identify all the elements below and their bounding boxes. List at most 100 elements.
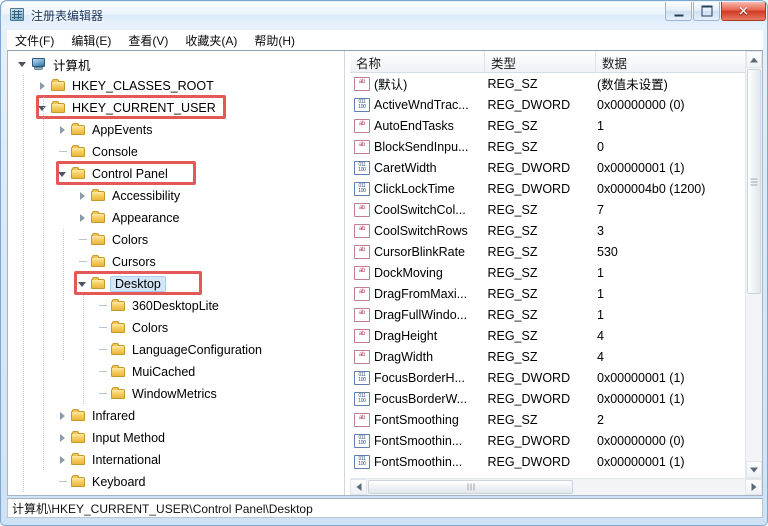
value-type: REG_SZ	[487, 139, 538, 154]
value-data: 0	[597, 139, 604, 154]
tree-node-input-method[interactable]: Input Method	[8, 427, 328, 449]
list-hscroll-thumb[interactable]	[368, 480, 573, 494]
value-row[interactable]: 011 100 FocusBorderW... REG_DWORD 0x00000001…	[350, 388, 745, 409]
tree-node-accessibility[interactable]: Accessibility	[8, 185, 328, 207]
value-type: REG_DWORD	[487, 433, 571, 448]
value-row[interactable]: ab CoolSwitchCol... REG_SZ 7	[350, 199, 745, 220]
chevron-right-icon[interactable]	[76, 185, 90, 207]
value-row[interactable]: ab CoolSwitchRows REG_SZ 3	[350, 220, 745, 241]
list-vertical-scrollbar[interactable]	[745, 51, 762, 478]
value-data: 530	[597, 244, 618, 259]
tree-node-control-panel[interactable]: Control Panel	[8, 163, 328, 185]
menu-item-favorites[interactable]: 收藏夹(A)	[177, 30, 246, 51]
minimize-button[interactable]	[665, 2, 692, 21]
tree-node-languageconfiguration[interactable]: LanguageConfiguration	[8, 339, 328, 361]
menu-item-edit[interactable]: 编辑(E)	[63, 30, 120, 51]
dword-value-icon: 011 100	[354, 433, 370, 448]
chevron-right-icon[interactable]	[76, 207, 90, 229]
value-row[interactable]: ab BlockSendInpu... REG_SZ 0	[350, 136, 745, 157]
column-header-data[interactable]: 数据	[596, 51, 746, 72]
tree-node-[interactable]: 计算机	[8, 53, 328, 75]
chevron-right-icon[interactable]	[36, 75, 50, 97]
chevron-down-icon[interactable]	[16, 53, 30, 75]
tree-node-appearance[interactable]: Appearance	[8, 207, 328, 229]
chevron-right-icon[interactable]	[56, 405, 70, 427]
folder-icon	[90, 189, 107, 203]
value-row[interactable]: 011 100 FontSmoothin... REG_DWORD 0x00000000…	[350, 430, 745, 451]
chevron-down-icon[interactable]	[76, 273, 90, 295]
column-header-name[interactable]: 名称	[350, 51, 485, 72]
column-header-type[interactable]: 类型	[485, 51, 596, 72]
list-scroll-thumb[interactable]	[747, 69, 761, 294]
registry-value-list[interactable]: 名称 类型 数据 ab (默认) REG_SZ (数值未设置) 011 100 Active…	[350, 51, 762, 495]
registry-key-tree[interactable]: 计算机 HKEY_CLASSES_ROOT HKEY_CURRENT_USER App…	[8, 51, 344, 495]
value-name: CoolSwitchCol...	[374, 202, 466, 217]
tree-node-label: 360DesktopLite	[132, 299, 219, 313]
list-scroll-left-button[interactable]	[350, 479, 367, 495]
tree-node-label: Input Method	[92, 431, 165, 445]
value-row[interactable]: 011 100 ActiveWndTrac... REG_DWORD 0x0000000…	[350, 94, 745, 115]
folder-icon	[70, 453, 87, 467]
tree-node-appevents[interactable]: AppEvents	[8, 119, 328, 141]
tree-node-desktop[interactable]: Desktop	[8, 273, 328, 295]
list-horizontal-scrollbar[interactable]	[350, 478, 762, 495]
tree-connector	[96, 361, 110, 383]
tree-node-label: Control Panel	[92, 167, 168, 181]
tree-node-mouse[interactable]: Mouse	[8, 493, 328, 495]
value-row[interactable]: ab DragFromMaxi... REG_SZ 1	[350, 283, 745, 304]
value-data: 1	[597, 265, 604, 280]
value-row[interactable]: 011 100 FontSmoothin... REG_DWORD 0x00000001…	[350, 451, 745, 472]
maximize-button[interactable]	[693, 2, 720, 21]
title-bar[interactable]: 注册表编辑器 ✕	[2, 2, 767, 28]
value-row[interactable]: ab (默认) REG_SZ (数值未设置)	[350, 73, 745, 94]
value-row[interactable]: 011 100 FocusBorderH... REG_DWORD 0x00000001…	[350, 367, 745, 388]
tree-node-keyboard[interactable]: Keyboard	[8, 471, 328, 493]
value-row[interactable]: ab CursorBlinkRate REG_SZ 530	[350, 241, 745, 262]
tree-node-list: 计算机 HKEY_CLASSES_ROOT HKEY_CURRENT_USER App…	[8, 53, 328, 495]
tree-node-infrared[interactable]: Infrared	[8, 405, 328, 427]
value-type: REG_SZ	[487, 412, 538, 427]
value-row[interactable]: 011 100 CaretWidth REG_DWORD 0x00000001 (1)	[350, 157, 745, 178]
chevron-down-icon[interactable]	[56, 163, 70, 185]
value-row[interactable]: 011 100 ClickLockTime REG_DWORD 0x000004b0 (…	[350, 178, 745, 199]
value-name: FocusBorderH...	[374, 370, 466, 385]
list-scroll-right-button[interactable]	[745, 479, 762, 495]
tree-node-hkey-current-user[interactable]: HKEY_CURRENT_USER	[8, 97, 328, 119]
tree-node-label: MuiCached	[132, 365, 196, 379]
value-type: REG_DWORD	[487, 160, 571, 175]
tree-node-hkey-classes-root[interactable]: HKEY_CLASSES_ROOT	[8, 75, 328, 97]
tree-node-colors[interactable]: Colors	[8, 229, 328, 251]
tree-connector	[56, 493, 70, 495]
chevron-right-icon[interactable]	[56, 119, 70, 141]
tree-node-international[interactable]: International	[8, 449, 328, 471]
tree-node-colors[interactable]: Colors	[8, 317, 328, 339]
registry-editor-icon	[10, 7, 26, 23]
list-scroll-up-button[interactable]	[746, 51, 762, 68]
value-row[interactable]: ab FontSmoothing REG_SZ 2	[350, 409, 745, 430]
tree-node-360desktoplite[interactable]: 360DesktopLite	[8, 295, 328, 317]
tree-connector	[96, 295, 110, 317]
tree-node-muicached[interactable]: MuiCached	[8, 361, 328, 383]
value-row[interactable]: ab DragHeight REG_SZ 4	[350, 325, 745, 346]
value-row[interactable]: ab DockMoving REG_SZ 1	[350, 262, 745, 283]
tree-node-windowmetrics[interactable]: WindowMetrics	[8, 383, 328, 405]
string-value-icon: ab	[354, 202, 370, 217]
value-data: 0x000004b0 (1200)	[597, 181, 706, 196]
list-scroll-down-button[interactable]	[746, 461, 762, 478]
menu-item-help[interactable]: 帮助(H)	[246, 30, 304, 51]
value-row[interactable]: ab DragFullWindo... REG_SZ 1	[350, 304, 745, 325]
chevron-right-icon[interactable]	[56, 427, 70, 449]
value-name: DragWidth	[374, 349, 434, 364]
chevron-right-icon[interactable]	[56, 449, 70, 471]
tree-node-console[interactable]: Console	[8, 141, 328, 163]
menu-item-file[interactable]: 文件(F)	[7, 30, 63, 51]
value-row[interactable]: ab AutoEndTasks REG_SZ 1	[350, 115, 745, 136]
menu-bar: 文件(F) 编辑(E) 查看(V) 收藏夹(A) 帮助(H)	[7, 30, 763, 50]
folder-icon	[90, 255, 107, 269]
value-list-header: 名称 类型 数据	[350, 51, 762, 73]
value-row[interactable]: ab DragWidth REG_SZ 4	[350, 346, 745, 367]
tree-node-cursors[interactable]: Cursors	[8, 251, 328, 273]
menu-item-view[interactable]: 查看(V)	[120, 30, 177, 51]
value-data: 4	[597, 349, 604, 364]
close-button[interactable]: ✕	[721, 2, 766, 21]
